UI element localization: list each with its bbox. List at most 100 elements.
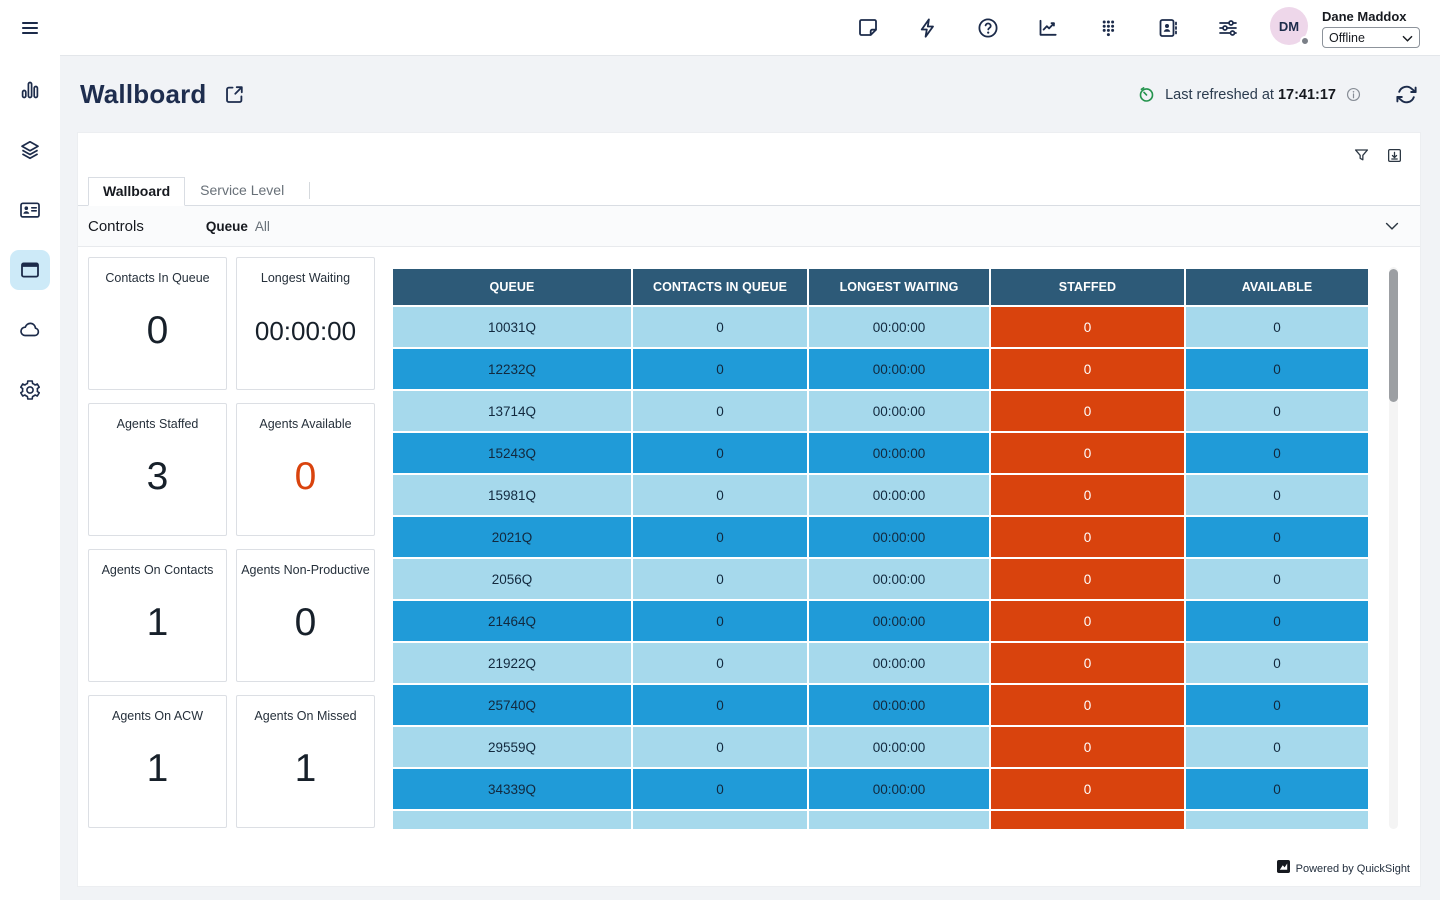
sidebar-item-flows[interactable]	[0, 120, 60, 180]
agent-directory-button[interactable]	[1156, 16, 1180, 40]
table-scrollbar-thumb[interactable]	[1389, 269, 1398, 402]
col-longest-waiting: LONGEST WAITING	[809, 269, 989, 305]
user-name: Dane Maddox	[1322, 9, 1420, 24]
controls-bar: Controls Queue All	[78, 206, 1420, 247]
tab-service-level[interactable]: Service Level	[185, 176, 299, 205]
top-bar: DM Dane Maddox Offline	[60, 0, 1440, 56]
preferences-button[interactable]	[1216, 16, 1240, 40]
agent-status-value: Offline	[1329, 31, 1365, 45]
help-button[interactable]	[976, 16, 1000, 40]
sidebar	[0, 0, 60, 900]
table-row: 10031Q000:00:0000	[393, 307, 1368, 347]
quick-actions-button[interactable]	[916, 16, 940, 40]
kpi-grid: Contacts In Queue 0 Longest Waiting 00:0…	[88, 257, 375, 828]
main-area: DM Dane Maddox Offline Wallboard	[60, 0, 1440, 900]
kpi-agents-staffed: Agents Staffed 3	[88, 403, 227, 536]
menu-icon	[18, 16, 42, 40]
col-queue: QUEUE	[393, 269, 631, 305]
sliders-icon	[1216, 16, 1240, 40]
lightning-icon	[916, 16, 940, 40]
table-row: 25740Q000:00:0000	[393, 685, 1368, 725]
help-icon	[976, 16, 1000, 40]
table-row: 2021Q000:00:0000	[393, 517, 1368, 557]
table-row: 15243Q000:00:0000	[393, 433, 1368, 473]
app-window-icon	[18, 258, 42, 282]
queue-filter[interactable]: Queue All	[206, 219, 270, 234]
table-row: 21464Q000:00:0000	[393, 601, 1368, 641]
kpi-contacts-in-queue: Contacts In Queue 0	[88, 257, 227, 390]
agent-directory-icon	[1156, 16, 1180, 40]
refresh-timer-icon	[1137, 85, 1156, 104]
analytics-button[interactable]	[1036, 16, 1060, 40]
dashboard-footer: Powered by QuickSight	[78, 852, 1420, 886]
queue-filter-value: All	[255, 219, 270, 234]
controls-title: Controls	[88, 218, 144, 235]
kpi-value: 0	[147, 285, 169, 389]
last-refreshed-text: Last refreshed at 17:41:17	[1165, 87, 1336, 103]
note-icon	[856, 16, 880, 40]
kpi-value: 3	[147, 431, 169, 535]
layers-icon	[18, 138, 42, 162]
dashboard-body: Contacts In Queue 0 Longest Waiting 00:0…	[78, 247, 1420, 852]
col-contacts-in-queue: CONTACTS IN QUEUE	[633, 269, 807, 305]
kpi-value: 00:00:00	[255, 285, 356, 389]
note-button[interactable]	[856, 16, 880, 40]
table-row: 29559Q000:00:0000	[393, 727, 1368, 767]
kpi-agents-on-missed: Agents On Missed 1	[236, 695, 375, 828]
filter-funnel-icon[interactable]	[1352, 146, 1371, 165]
queue-table: QUEUE CONTACTS IN QUEUE LONGEST WAITING …	[391, 267, 1370, 829]
table-row: 15981Q000:00:0000	[393, 475, 1368, 515]
bar-chart-icon	[18, 78, 42, 102]
sidebar-item-settings[interactable]	[0, 360, 60, 420]
table-row: 12232Q000:00:0000	[393, 349, 1368, 389]
tab-separator	[309, 182, 310, 199]
top-bar-icons	[856, 16, 1240, 40]
external-link-icon[interactable]	[223, 83, 246, 106]
export-icon[interactable]	[1385, 146, 1404, 165]
page-content: Wallboard Last refreshed at 17:41:17	[60, 56, 1440, 900]
chevron-down-icon	[1402, 31, 1413, 45]
dialpad-icon	[1096, 16, 1120, 40]
table-row-partial	[393, 811, 1368, 829]
sheet-tabs: Wallboard Service Level	[78, 177, 1420, 206]
powered-by-label: Powered by QuickSight	[1296, 863, 1410, 875]
table-scrollbar-track	[1389, 267, 1398, 829]
table-row: 2056Q000:00:0000	[393, 559, 1368, 599]
kpi-agents-available: Agents Available 0	[236, 403, 375, 536]
table-row: 13714Q000:00:0000	[393, 391, 1368, 431]
dashboard-panel: Wallboard Service Level Controls Queue A…	[78, 133, 1420, 886]
queue-filter-label: Queue	[206, 219, 248, 234]
page-header: Wallboard Last refreshed at 17:41:17	[60, 56, 1440, 133]
sidebar-item-cloud[interactable]	[0, 300, 60, 360]
info-icon[interactable]	[1345, 86, 1362, 103]
avatar-initials: DM	[1279, 19, 1299, 34]
page-title: Wallboard	[80, 79, 207, 110]
sidebar-item-metrics[interactable]	[0, 60, 60, 120]
cloud-icon	[18, 318, 42, 342]
kpi-value: 1	[147, 723, 169, 827]
controls-collapse-chevron[interactable]	[1382, 216, 1402, 236]
avatar[interactable]: DM	[1270, 7, 1308, 45]
id-card-icon	[18, 198, 42, 222]
kpi-agents-on-contacts: Agents On Contacts 1	[88, 549, 227, 682]
refresh-button[interactable]	[1395, 83, 1418, 106]
col-available: AVAILABLE	[1186, 269, 1368, 305]
agent-status-select[interactable]: Offline	[1322, 27, 1420, 48]
kpi-agents-on-acw: Agents On ACW 1	[88, 695, 227, 828]
kpi-agents-non-productive: Agents Non-Productive 0	[236, 549, 375, 682]
last-refreshed-time: 17:41:17	[1278, 87, 1336, 103]
col-staffed: STAFFED	[991, 269, 1184, 305]
kpi-value: 1	[147, 577, 169, 681]
sidebar-item-wallboard[interactable]	[0, 240, 60, 300]
line-chart-icon	[1036, 16, 1060, 40]
kpi-value: 1	[295, 723, 317, 827]
sidebar-item-agents[interactable]	[0, 180, 60, 240]
kpi-longest-waiting: Longest Waiting 00:00:00	[236, 257, 375, 390]
app-root: DM Dane Maddox Offline Wallboard	[0, 0, 1440, 900]
table-row: 34339Q000:00:0000	[393, 769, 1368, 809]
menu-button[interactable]	[0, 0, 60, 56]
tab-wallboard[interactable]: Wallboard	[88, 177, 185, 206]
kpi-value: 0	[295, 431, 317, 535]
dialpad-button[interactable]	[1096, 16, 1120, 40]
kpi-value: 0	[295, 577, 317, 681]
